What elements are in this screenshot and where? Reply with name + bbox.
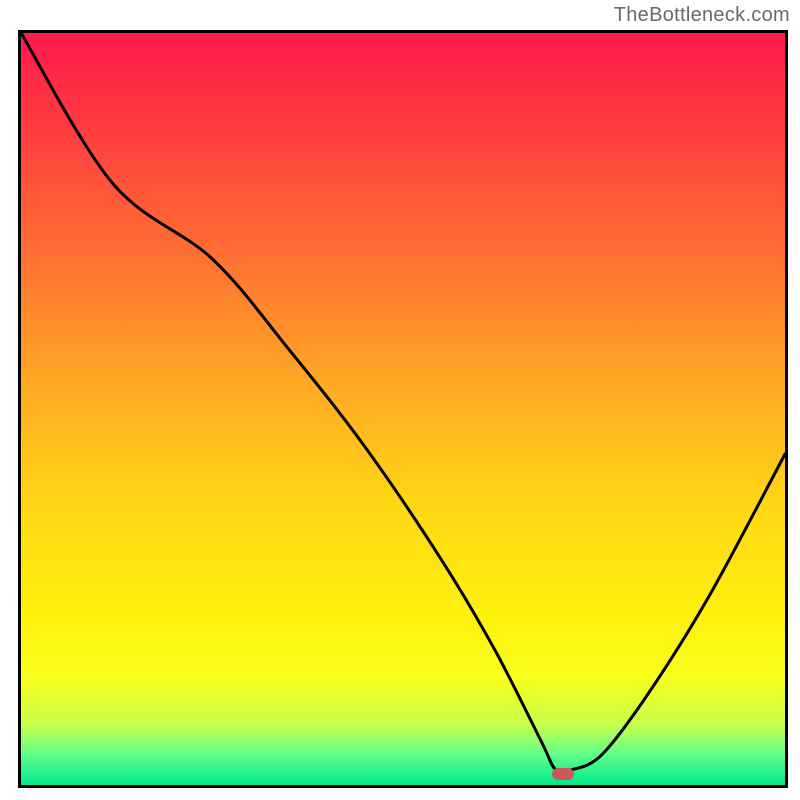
chart-curve: [21, 33, 785, 785]
watermark-text: TheBottleneck.com: [614, 4, 790, 27]
chart-frame: TheBottleneck.com: [0, 0, 800, 800]
plot-area: [18, 30, 788, 788]
optimum-marker: [552, 768, 574, 780]
